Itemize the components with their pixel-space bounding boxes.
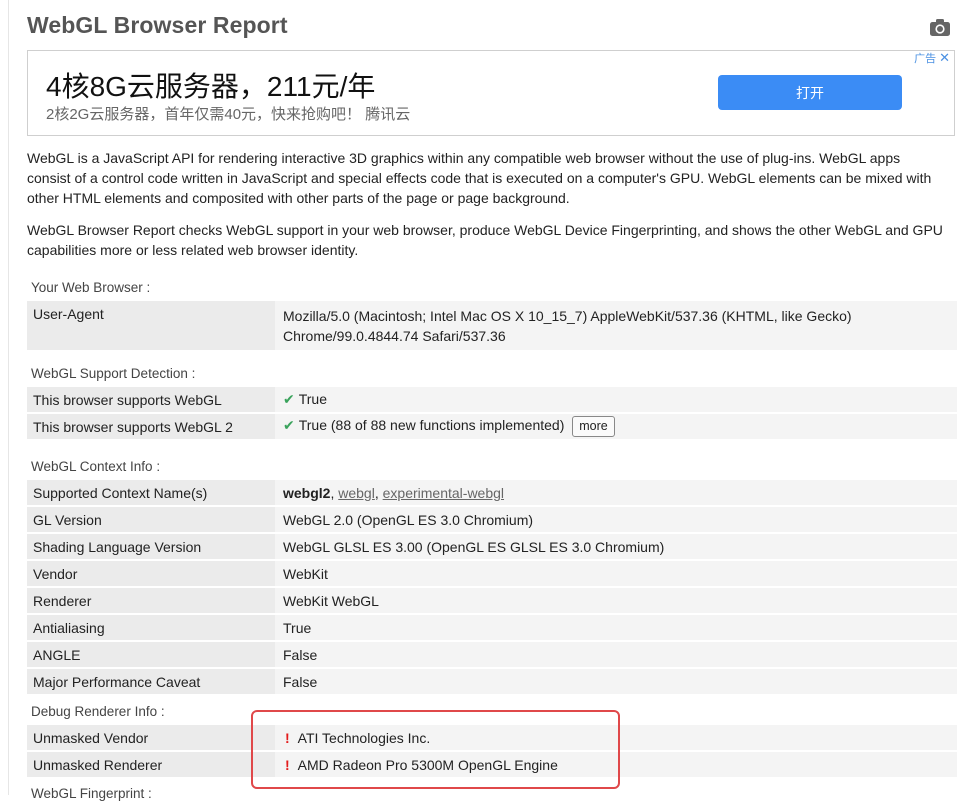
check-icon: ✔ [283,417,295,434]
section-heading-fingerprint: WebGL Fingerprint : [31,786,152,801]
ad-banner[interactable]: 4核8G云服务器，211元/年 2核2G云服务器，首年仅需40元，快来抢购吧！ … [27,50,955,136]
renderer-value: WebKit WebGL [275,588,957,613]
section-heading-support: WebGL Support Detection : [31,366,196,381]
section-heading-browser: Your Web Browser : [31,280,151,295]
table-row: GL Version WebGL 2.0 (OpenGL ES 3.0 Chro… [27,507,957,532]
antialiasing-value: True [275,615,957,640]
gl-version-value: WebGL 2.0 (OpenGL ES 3.0 Chromium) [275,507,957,532]
support-webgl2-key: This browser supports WebGL 2 [27,414,275,439]
support-webgl-value-cell: ✔ True [275,387,957,412]
page-title: WebGL Browser Report [27,12,288,38]
support-webgl2-value: True (88 of 88 new functions implemented… [298,417,565,434]
support-webgl-key: This browser supports WebGL [27,387,275,412]
unmasked-renderer-value: AMD Radeon Pro 5300M OpenGL Engine [297,756,558,773]
camera-icon[interactable] [929,17,951,37]
performance-caveat-value: False [275,669,957,694]
close-icon[interactable]: ✕ [939,50,950,66]
angle-key: ANGLE [27,642,275,667]
context-names-key: Supported Context Name(s) [27,480,275,505]
context-names-value: webgl2, webgl, experimental-webgl [275,480,957,505]
support-webgl-value: True [298,391,328,407]
vendor-key: Vendor [27,561,275,586]
context-name-webgl-link[interactable]: webgl [338,485,375,501]
unmasked-renderer-key: Unmasked Renderer [27,752,275,777]
unmasked-renderer-value-cell: ! AMD Radeon Pro 5300M OpenGL Engine [275,752,957,777]
unmasked-vendor-key: Unmasked Vendor [27,725,275,750]
table-row: This browser supports WebGL ✔ True [27,387,957,412]
vendor-value: WebKit [275,561,957,586]
user-agent-value: Mozilla/5.0 (Macintosh; Intel Mac OS X 1… [275,301,957,350]
check-icon: ✔ [283,391,295,407]
table-row: ANGLE False [27,642,957,667]
ad-subtext[interactable]: 2核2G云服务器，首年仅需40元，快来抢购吧！ 腾讯云 [46,103,410,124]
table-row: Renderer WebKit WebGL [27,588,957,613]
section-heading-debug: Debug Renderer Info : [31,704,165,719]
support-table: This browser supports WebGL ✔ True This b… [27,385,957,441]
more-button[interactable]: more [572,416,615,437]
angle-value: False [275,642,957,667]
ad-open-button[interactable]: 打开 [718,75,902,110]
shading-language-key: Shading Language Version [27,534,275,559]
ad-badge-label: 广告 [914,53,937,65]
table-row: Unmasked Renderer ! AMD Radeon Pro 5300M … [27,752,957,777]
warning-icon: ! [285,756,290,773]
table-row: Supported Context Name(s) webgl2, webgl,… [27,480,957,505]
intro-paragraph-1: WebGL is a JavaScript API for rendering … [27,150,932,206]
renderer-key: Renderer [27,588,275,613]
support-webgl2-value-cell: ✔ True (88 of 88 new functions implemente… [275,414,957,439]
ad-badge: 广告 ✕ [914,50,950,66]
context-name-webgl2: webgl2 [283,484,331,501]
page-left-border [8,0,9,795]
debug-table: Unmasked Vendor ! ATI Technologies Inc. U… [27,723,957,779]
section-heading-context: WebGL Context Info : [31,459,161,474]
user-agent-key: User-Agent [27,301,275,350]
shading-language-value: WebGL GLSL ES 3.00 (OpenGL ES GLSL ES 3.… [275,534,957,559]
browser-table: User-Agent Mozilla/5.0 (Macintosh; Intel… [27,299,957,352]
table-row: Shading Language Version WebGL GLSL ES 3… [27,534,957,559]
table-row: This browser supports WebGL 2 ✔ True (88 … [27,414,957,439]
table-row: Vendor WebKit [27,561,957,586]
intro-paragraph-2: WebGL Browser Report checks WebGL suppor… [27,222,943,258]
antialiasing-key: Antialiasing [27,615,275,640]
table-row: User-Agent Mozilla/5.0 (Macintosh; Intel… [27,301,957,350]
table-row: Antialiasing True [27,615,957,640]
unmasked-vendor-value: ATI Technologies Inc. [297,729,431,746]
ad-headline[interactable]: 4核8G云服务器，211元/年 [46,65,375,105]
context-name-experimental-link[interactable]: experimental-webgl [383,485,504,501]
context-table: Supported Context Name(s) webgl2, webgl,… [27,478,957,696]
table-row: Major Performance Caveat False [27,669,957,694]
performance-caveat-key: Major Performance Caveat [27,669,275,694]
gl-version-key: GL Version [27,507,275,532]
table-row: Unmasked Vendor ! ATI Technologies Inc. [27,725,957,750]
warning-icon: ! [285,729,290,746]
unmasked-vendor-value-cell: ! ATI Technologies Inc. [275,725,957,750]
